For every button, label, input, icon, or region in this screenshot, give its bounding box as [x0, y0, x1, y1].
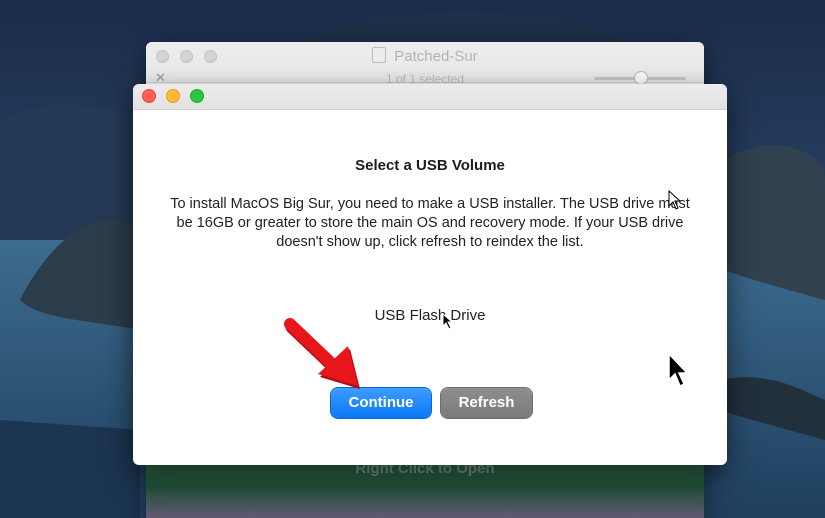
mouse-pointer-icon	[668, 352, 689, 388]
mouse-pointer-icon	[442, 313, 454, 330]
dialog-titlebar[interactable]	[133, 84, 727, 110]
usb-volume-dialog: Select a USB Volume To install MacOS Big…	[133, 84, 727, 465]
dialog-description: To install MacOS Big Sur, you need to ma…	[170, 196, 690, 250]
arrow-annotation-icon	[284, 318, 360, 389]
drive-icon	[372, 47, 387, 63]
background-window-title: Patched-Sur	[394, 48, 478, 65]
icon-size-slider-knob[interactable]	[634, 71, 648, 85]
usb-volume-item[interactable]: USB Flash Drive	[133, 307, 727, 324]
maximize-button[interactable]	[190, 89, 204, 103]
background-window-title-row: Patched-Sur	[146, 47, 704, 65]
background-window-titlebar[interactable]: Patched-Sur ✕ 1 of 1 selected	[146, 42, 704, 86]
mouse-pointer-icon	[668, 190, 682, 210]
close-button[interactable]	[142, 89, 156, 103]
minimize-button[interactable]	[166, 89, 180, 103]
refresh-button[interactable]: Refresh	[441, 388, 532, 418]
dialog-heading: Select a USB Volume	[355, 157, 505, 174]
